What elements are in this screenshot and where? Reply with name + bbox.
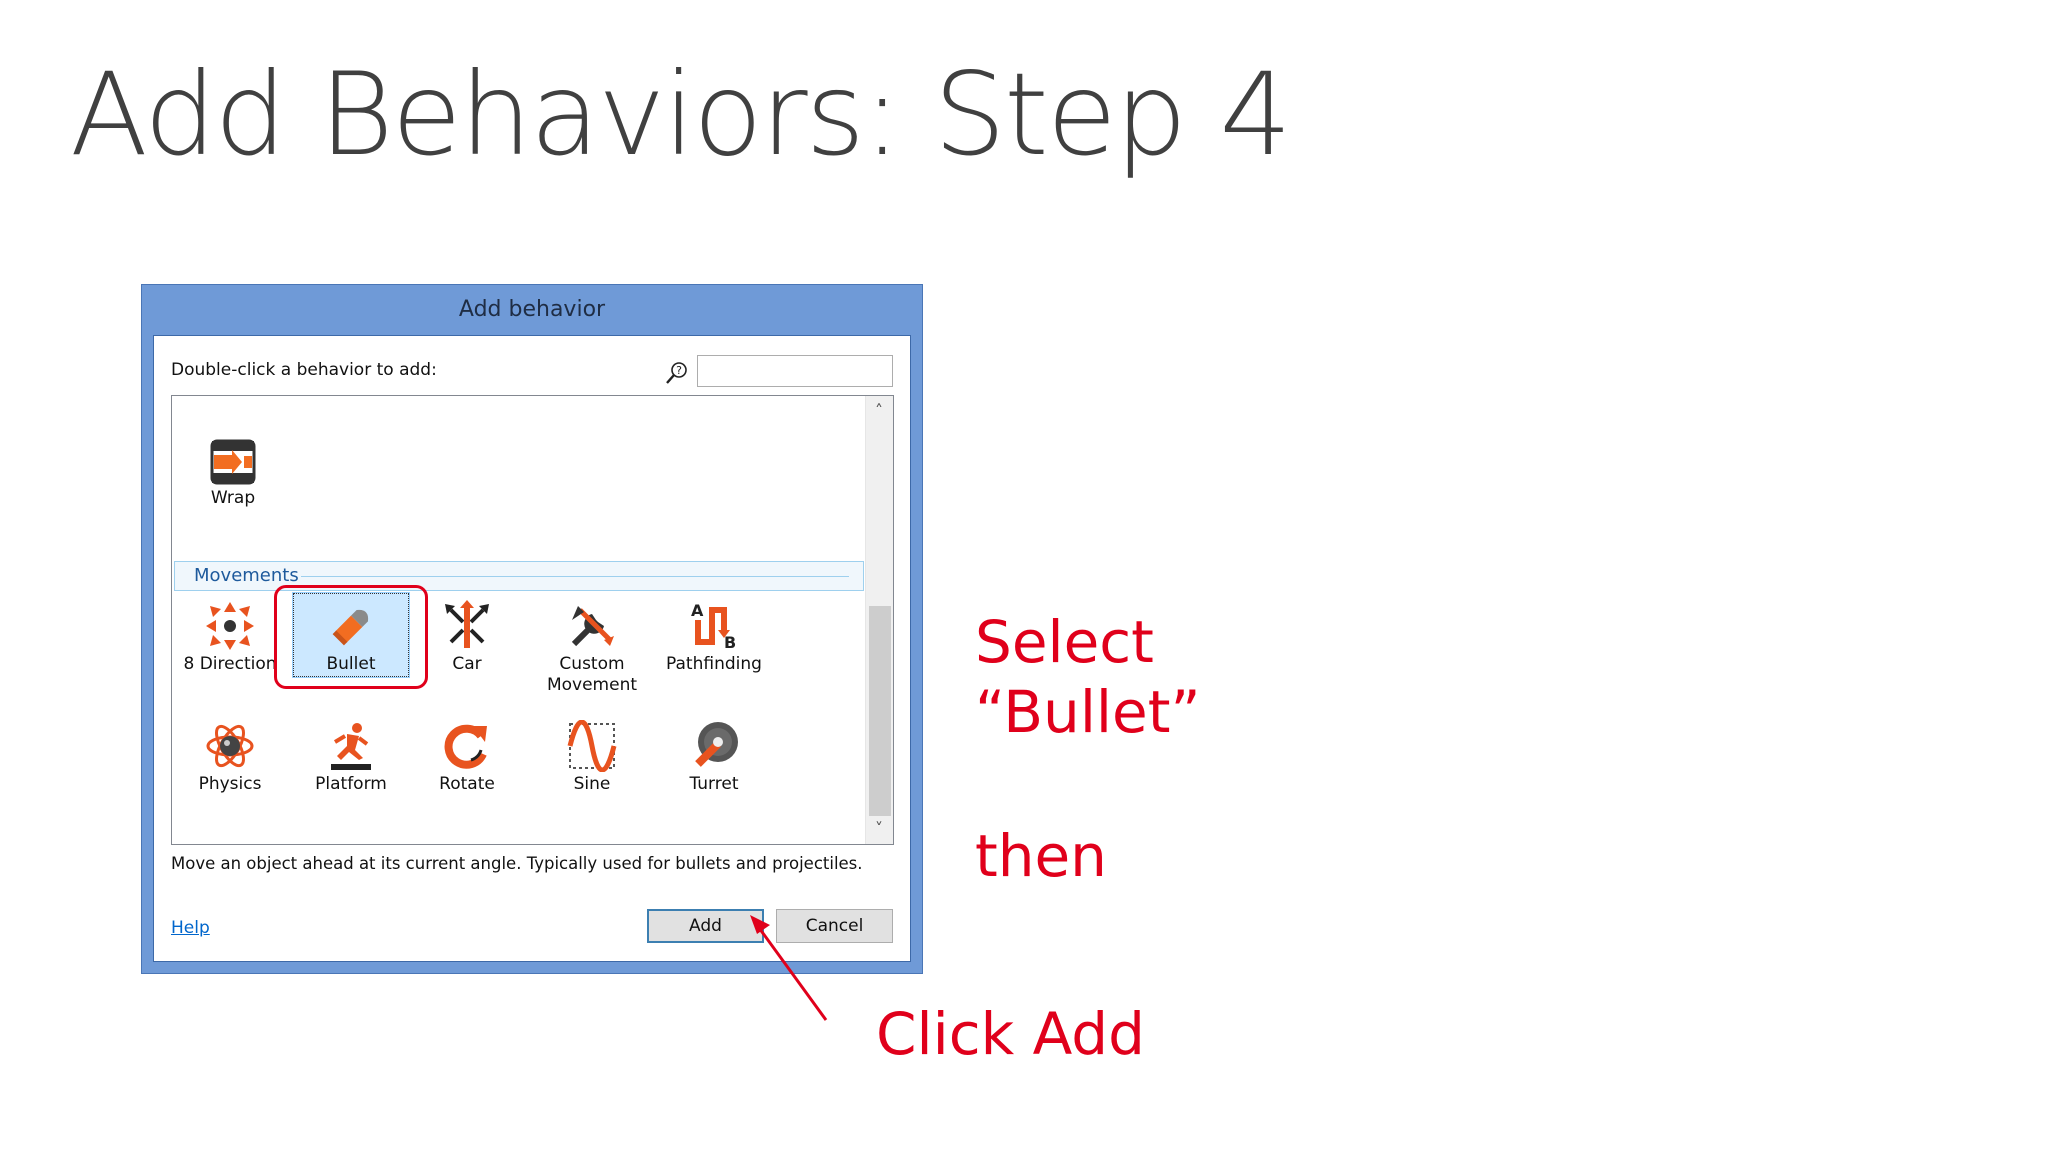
instruction-text: Double-click a behavior to add: — [171, 360, 437, 380]
slide-title: Add Behaviors: Step 4 — [70, 48, 1292, 181]
group-header-divider — [301, 576, 849, 577]
pathfinding-icon: A B — [691, 601, 736, 652]
search-help-icon[interactable]: ? — [665, 361, 689, 385]
select-annotation-line1: Select — [975, 608, 1154, 676]
behavior-label: Platform — [315, 774, 387, 794]
arrow-icon — [750, 915, 828, 1021]
platform-icon — [331, 723, 371, 770]
dialog-title: Add behavior — [458, 297, 606, 322]
behavior-item-sine[interactable]: Sine — [530, 712, 654, 808]
behavior-label: Wrap — [210, 488, 256, 508]
behavior-item-turret[interactable]: Turret — [652, 712, 776, 808]
dialog-client-area: Double-click a behavior to add: ? Wrap M… — [153, 335, 911, 962]
search-input[interactable] — [697, 355, 893, 387]
svg-text:?: ? — [676, 364, 682, 377]
sine-icon — [567, 720, 617, 772]
click-add-annotation: Click Add — [876, 1000, 1145, 1068]
custom-movement-icon — [571, 606, 614, 647]
select-annotation-line2: “Bullet” — [975, 678, 1201, 746]
behavior-item-8-direction[interactable]: 8 Direction — [172, 592, 288, 688]
behavior-item-platform[interactable]: Platform — [293, 712, 409, 808]
behavior-label: Custom Movement — [546, 654, 638, 695]
behavior-description: Move an object ahead at its current angl… — [171, 854, 863, 873]
behavior-item-rotate[interactable]: Rotate — [409, 712, 525, 808]
physics-icon — [206, 724, 254, 768]
scroll-up-icon[interactable]: ˄ — [866, 398, 892, 424]
behavior-item-physics[interactable]: Physics — [172, 712, 288, 808]
wrap-icon — [210, 439, 256, 485]
car-icon — [445, 600, 489, 648]
then-annotation: then — [975, 822, 1107, 890]
behavior-label: Physics — [198, 774, 262, 794]
behavior-label: Turret — [689, 774, 739, 794]
behavior-item-pathfinding[interactable]: A B Pathfinding — [652, 592, 776, 688]
add-behavior-dialog: Add behavior Double-click a behavior to … — [141, 284, 923, 974]
behavior-label: Pathfinding — [666, 654, 762, 674]
group-header-movements[interactable]: Movements — [174, 561, 864, 591]
behavior-label: Sine — [573, 774, 611, 794]
scroll-down-icon[interactable]: ˅ — [866, 816, 892, 842]
group-header-label: Movements — [194, 565, 299, 586]
turret-icon — [695, 722, 738, 767]
behavior-label: Rotate — [439, 774, 495, 794]
8-direction-icon — [206, 602, 254, 650]
svg-text:A: A — [691, 601, 704, 620]
bullet-highlight-ring — [274, 585, 428, 689]
help-link[interactable]: Help — [171, 918, 210, 938]
svg-text:B: B — [724, 633, 736, 652]
list-scrollbar[interactable]: ˄ ˅ — [865, 396, 893, 844]
behavior-label: 8 Direction — [183, 654, 277, 674]
rotate-icon — [444, 724, 487, 769]
scroll-thumb[interactable] — [869, 606, 891, 816]
behavior-item-wrap[interactable]: Wrap — [175, 430, 291, 526]
behavior-item-custom-movement[interactable]: Custom Movement — [530, 592, 654, 695]
